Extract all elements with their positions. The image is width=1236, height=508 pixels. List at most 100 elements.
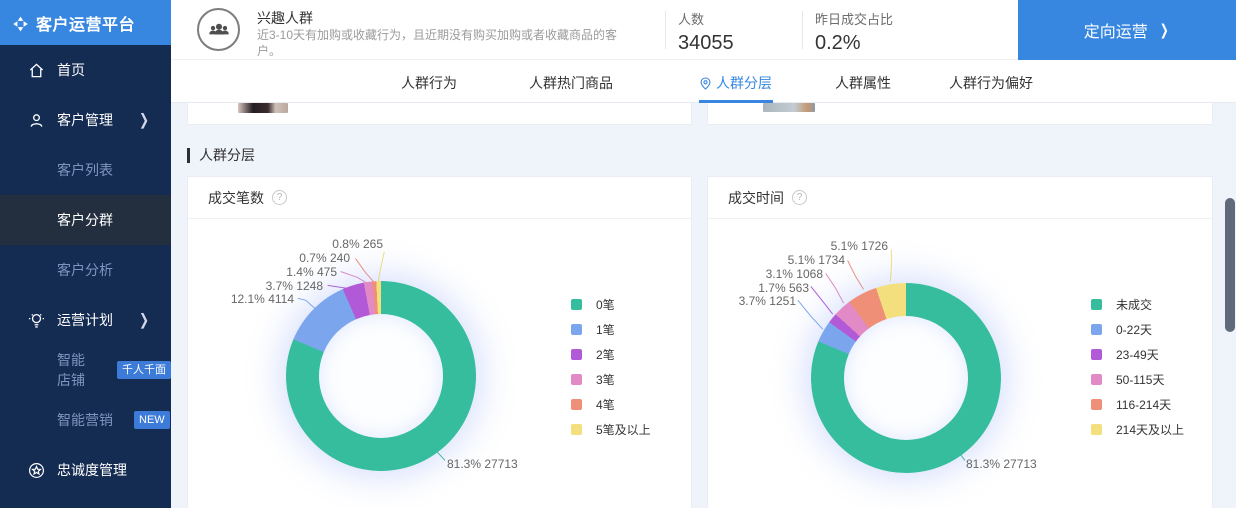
tab-crowd-behavior-preference[interactable]: 人群行为偏好 xyxy=(949,73,1033,93)
legend-item[interactable]: 0笔 xyxy=(571,297,651,311)
sidebar-nav: 首页 客户管理 ❯ 客户列表 客户分群 客户分析 运营计划 ❯ 智能店铺 千人千 xyxy=(0,45,171,495)
sidebar-item-label: 首页 xyxy=(57,60,85,80)
legend-swatch xyxy=(571,324,582,335)
legend-item[interactable]: 未成交 xyxy=(1091,297,1184,311)
legend-item[interactable]: 5笔及以上 xyxy=(571,422,651,436)
previous-section-card-fragment xyxy=(187,103,692,125)
tab-bar: 人群行为 人群热门商品 人群分层 人群属性 人群行为偏好 xyxy=(171,60,1236,103)
sidebar-item-label: 客户列表 xyxy=(57,160,113,180)
section-title: 人群分层 xyxy=(199,145,255,165)
legend-swatch xyxy=(571,299,582,310)
tab-crowd-hot-products[interactable]: 人群热门商品 xyxy=(529,73,613,93)
legend-label: 2笔 xyxy=(596,346,615,363)
deal-time-donut-chart[interactable] xyxy=(811,283,1001,473)
sidebar-item-loyalty-management[interactable]: 忠诚度管理 xyxy=(0,445,171,495)
location-pin-icon xyxy=(700,77,711,90)
deal-count-legend: 0笔 1笔 2笔 3笔 4笔 5笔及以上 xyxy=(571,297,651,447)
pie-label: 3.1% 1068 xyxy=(766,267,823,281)
section-accent-bar xyxy=(187,148,190,163)
legend-label: 4笔 xyxy=(596,396,615,413)
sidebar-item-operation-plan[interactable]: 运营计划 ❯ xyxy=(0,295,171,345)
sidebar-item-smart-marketing[interactable]: 智能营销 NEW xyxy=(0,395,171,445)
pie-label: 12.1% 4114 xyxy=(231,292,294,306)
pie-label: 81.3% 27713 xyxy=(966,457,1037,471)
legend-item[interactable]: 2笔 xyxy=(571,347,651,361)
smart-store-badge: 千人千面 xyxy=(117,361,171,379)
legend-item[interactable]: 3笔 xyxy=(571,372,651,386)
metric-people-count: 人数 34055 xyxy=(678,9,734,55)
pie-label: 5.1% 1726 xyxy=(831,239,888,253)
sidebar-item-customer-list[interactable]: 客户列表 xyxy=(0,145,171,195)
legend-label: 1笔 xyxy=(596,321,615,338)
legend-label: 5笔及以上 xyxy=(596,421,651,438)
deal-time-card: 成交时间 ? 5.1% 1726 5.1% 1734 3.1% 1068 1.7… xyxy=(707,176,1213,508)
legend-item[interactable]: 23-49天 xyxy=(1091,347,1184,361)
sidebar-item-customer-analysis[interactable]: 客户分析 xyxy=(0,245,171,295)
legend-label: 0-22天 xyxy=(1116,321,1152,338)
tab-crowd-behavior[interactable]: 人群行为 xyxy=(401,73,457,93)
pie-label: 3.7% 1248 xyxy=(266,279,323,293)
help-icon[interactable]: ? xyxy=(792,190,807,205)
legend-label: 0笔 xyxy=(596,296,615,313)
metric-deal-ratio: 昨日成交占比 0.2% xyxy=(815,9,893,55)
audience-avatar xyxy=(197,8,240,51)
audience-header: 兴趣人群 近3-10天有加购或收藏行为，且近期没有购买加购或者收藏商品的客户。 … xyxy=(171,0,1236,60)
new-badge: NEW xyxy=(134,411,170,429)
legend-swatch xyxy=(1091,299,1102,310)
sidebar-item-customer-segmentation[interactable]: 客户分群 xyxy=(0,195,171,245)
legend-item[interactable]: 0-22天 xyxy=(1091,322,1184,336)
audience-description: 近3-10天有加购或收藏行为，且近期没有购买加购或者收藏商品的客户。 xyxy=(257,27,629,59)
sidebar-item-label: 忠诚度管理 xyxy=(57,460,127,480)
sidebar-item-home[interactable]: 首页 xyxy=(0,45,171,95)
pie-label: 3.7% 1251 xyxy=(739,294,796,308)
legend-item[interactable]: 4笔 xyxy=(571,397,651,411)
home-icon xyxy=(28,62,45,79)
tab-label: 人群热门商品 xyxy=(529,73,613,93)
tab-crowd-attributes[interactable]: 人群属性 xyxy=(835,73,891,93)
section-heading: 人群分层 xyxy=(187,145,255,165)
legend-item[interactable]: 50-115天 xyxy=(1091,372,1184,386)
legend-label: 3笔 xyxy=(596,371,615,388)
legend-label: 未成交 xyxy=(1116,296,1152,313)
legend-swatch xyxy=(1091,374,1102,385)
deal-count-donut-chart[interactable] xyxy=(286,281,476,471)
sidebar-item-label: 智能营销 xyxy=(57,410,113,430)
legend-item[interactable]: 116-214天 xyxy=(1091,397,1184,411)
active-tab-underline xyxy=(699,100,773,103)
legend-label: 116-214天 xyxy=(1116,396,1171,413)
previous-section-card-fragment xyxy=(707,103,1213,125)
app-logo-bar: 客户运营平台 xyxy=(0,0,171,45)
tab-crowd-layering[interactable]: 人群分层 xyxy=(700,73,772,93)
vertical-scrollbar-thumb[interactable] xyxy=(1225,198,1235,332)
targeted-operation-button[interactable]: 定向运营 ❯ xyxy=(1018,0,1236,60)
legend-swatch xyxy=(1091,324,1102,335)
deal-time-legend: 未成交 0-22天 23-49天 50-115天 116-214天 214天及以… xyxy=(1091,297,1184,447)
chevron-right-icon: ❯ xyxy=(1160,21,1169,39)
sidebar-item-label: 客户分析 xyxy=(57,260,113,280)
legend-label: 23-49天 xyxy=(1116,346,1159,363)
sidebar-item-label: 客户分群 xyxy=(57,210,113,230)
pie-label: 1.4% 475 xyxy=(286,265,337,279)
person-icon xyxy=(28,112,45,129)
chevron-right-icon: ❯ xyxy=(139,111,149,129)
deal-count-card: 成交笔数 ? 0.8% 265 0.7% 240 1.4% 475 3.7% 1… xyxy=(187,176,692,508)
tab-label: 人群行为偏好 xyxy=(949,73,1033,93)
sidebar-item-label: 客户管理 xyxy=(57,110,113,130)
legend-swatch xyxy=(1091,349,1102,360)
audience-name: 兴趣人群 xyxy=(257,8,313,28)
people-icon xyxy=(206,17,232,43)
metric-value: 0.2% xyxy=(815,32,893,55)
legend-item[interactable]: 214天及以上 xyxy=(1091,422,1184,436)
pinwheel-logo-icon xyxy=(12,14,29,31)
sidebar-item-label: 智能店铺 xyxy=(57,350,96,390)
legend-label: 214天及以上 xyxy=(1116,421,1184,438)
pie-label: 0.8% 265 xyxy=(332,237,383,251)
card-title: 成交时间 xyxy=(728,188,784,208)
tab-label: 人群分层 xyxy=(716,73,772,93)
card-header: 成交笔数 ? xyxy=(188,177,691,219)
help-icon[interactable]: ? xyxy=(272,190,287,205)
sidebar-item-smart-store[interactable]: 智能店铺 千人千面 xyxy=(0,345,171,395)
sidebar: 客户运营平台 首页 客户管理 ❯ 客户列表 客户分群 客户分析 xyxy=(0,0,171,508)
legend-item[interactable]: 1笔 xyxy=(571,322,651,336)
sidebar-item-customer-management[interactable]: 客户管理 ❯ xyxy=(0,95,171,145)
